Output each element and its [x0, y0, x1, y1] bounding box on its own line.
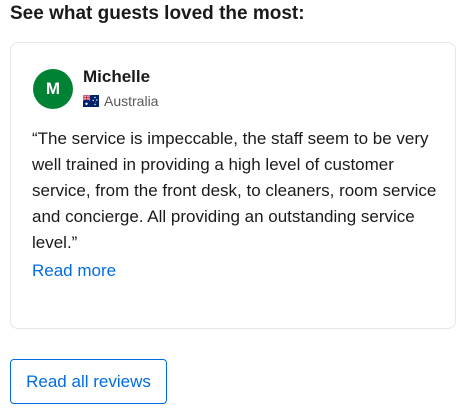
read-all-reviews-button[interactable]: Read all reviews [10, 359, 167, 404]
country-name: Australia [104, 93, 159, 109]
australia-flag-icon [83, 95, 99, 107]
section-heading: See what guests loved the most: [10, 3, 305, 24]
reviewer-name: Michelle [83, 67, 151, 86]
avatar: M [33, 69, 73, 109]
review-text: “The service is impeccable, the staff se… [32, 129, 437, 252]
read-more-link[interactable]: Read more [32, 261, 116, 281]
review-card: M Michelle Australia “The service is imp… [10, 42, 456, 329]
reviewer-country: Australia [83, 93, 158, 109]
